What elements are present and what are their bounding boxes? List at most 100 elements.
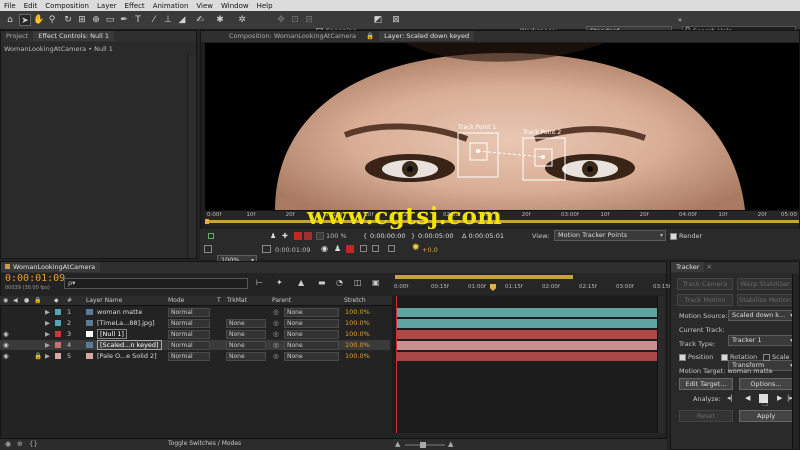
tracker-scrollbar[interactable] xyxy=(792,274,799,449)
pick-whip-icon[interactable]: ◎ xyxy=(273,329,279,339)
render-checkbox[interactable] xyxy=(670,232,677,240)
layer-name[interactable]: [TimeLa...88].jpg] xyxy=(97,318,155,328)
draft-3d-icon[interactable]: ✦ xyxy=(276,278,283,287)
left-panel-scrollbar[interactable] xyxy=(187,54,196,257)
timeline-search-input[interactable]: ρ▾ xyxy=(64,278,248,289)
layer-label-color[interactable] xyxy=(55,320,61,326)
position-toggle[interactable]: Position xyxy=(679,353,713,361)
timeline-work-area[interactable] xyxy=(395,275,573,279)
layer-label-color[interactable] xyxy=(55,353,61,359)
column-mode[interactable]: Mode xyxy=(168,297,184,304)
layer-bar-5[interactable] xyxy=(396,352,657,361)
parent-dropdown[interactable]: None xyxy=(284,330,339,339)
eye-icon[interactable]: ◉ xyxy=(3,340,9,350)
analyze-backward-icon[interactable]: ◀ xyxy=(745,394,750,402)
eye-icon[interactable]: ◉ xyxy=(3,329,9,339)
track-camera-button[interactable]: Track Camera xyxy=(677,278,733,290)
tab-effect-controls[interactable]: Effect Controls: Null 1 xyxy=(33,31,114,41)
always-preview-icon[interactable] xyxy=(208,233,214,239)
apply-button[interactable]: Apply xyxy=(739,410,793,422)
menu-help[interactable]: Help xyxy=(253,2,277,10)
green-channel-icon[interactable] xyxy=(304,232,312,240)
stretch-value[interactable]: 100.0% xyxy=(345,318,370,328)
chart-icon[interactable]: ▣ xyxy=(372,278,380,287)
menu-animation[interactable]: Animation xyxy=(149,2,193,10)
layer-row-1[interactable]: ▶ 1 woman matte Normal ◎ None 100.0% xyxy=(0,307,390,317)
trkmat-dropdown[interactable]: None xyxy=(226,352,266,361)
stabilize-motion-button[interactable]: Stabilize Motion xyxy=(737,294,793,306)
trkmat-dropdown[interactable]: None xyxy=(226,319,266,328)
render-toggle[interactable]: Render xyxy=(670,232,702,240)
analyze-back-frame-icon[interactable]: ◂| xyxy=(727,394,733,402)
toggle-switches-modes-button[interactable]: Toggle Switches / Modes xyxy=(168,440,241,447)
transfer-controls-icon[interactable]: ⊕ xyxy=(17,440,23,448)
edit-target-button[interactable]: Edit Target... xyxy=(679,378,733,390)
layer-name[interactable]: [Null 1] xyxy=(97,329,127,339)
layer-bar-4[interactable] xyxy=(396,341,657,350)
hand-tool-icon[interactable]: ✋ xyxy=(33,14,45,26)
mode-dropdown[interactable]: Normal xyxy=(168,341,210,350)
tab-tracker[interactable]: Tracker xyxy=(671,262,705,272)
tab-layer[interactable]: Layer: Scaled down keyed xyxy=(379,31,475,41)
roto-brush-tool-icon[interactable]: ✍ xyxy=(194,14,206,26)
column-t[interactable]: T xyxy=(217,297,221,304)
parent-dropdown[interactable]: None xyxy=(284,341,339,350)
position-checkbox[interactable] xyxy=(679,353,686,361)
region-icon[interactable] xyxy=(360,245,367,252)
expand-arrow-icon[interactable]: ▶ xyxy=(45,318,50,328)
show-channel-icon[interactable] xyxy=(346,245,354,253)
layer-switches-icon[interactable]: ◉ xyxy=(5,440,11,448)
motion-blur-icon[interactable]: ◔ xyxy=(336,278,343,287)
parent-dropdown[interactable]: None xyxy=(284,319,339,328)
layer-label-color[interactable] xyxy=(55,342,61,348)
layer-row-3[interactable]: ◉ ▶ 3 [Null 1] Normal None ◎ None 100.0% xyxy=(0,329,390,339)
figure-icon[interactable]: ✚ xyxy=(282,232,288,240)
column-stretch[interactable]: Stretch xyxy=(344,297,366,304)
stretch-value[interactable]: 100.0% xyxy=(345,307,370,317)
camera-tool-icon[interactable]: ⊞ xyxy=(76,14,88,26)
mode-dropdown[interactable]: Normal xyxy=(168,319,210,328)
zoom-in-icon[interactable]: ▲ xyxy=(448,440,453,448)
lock-icon[interactable]: 🔒 xyxy=(34,351,42,361)
pen-tool-icon[interactable]: ✒ xyxy=(118,14,130,26)
pick-whip-icon[interactable]: ◎ xyxy=(273,351,279,361)
grid-icon[interactable] xyxy=(204,245,212,253)
menu-file[interactable]: File xyxy=(0,2,20,10)
lock-icon[interactable]: 🔒 xyxy=(361,31,379,41)
home-icon[interactable]: ⌂ xyxy=(4,14,16,26)
exposure-icon[interactable]: ✺ xyxy=(412,243,420,253)
pan-behind-tool-icon[interactable]: ⊕ xyxy=(90,14,102,26)
stretch-value[interactable]: 100.0% xyxy=(345,351,370,361)
menu-layer[interactable]: Layer xyxy=(93,2,121,10)
selection-tool-icon[interactable]: ➤ xyxy=(19,14,31,26)
shy-layers-icon[interactable]: ▲ xyxy=(298,278,304,287)
pick-whip-icon[interactable]: ◎ xyxy=(273,340,279,350)
in-point-marker[interactable] xyxy=(205,219,209,224)
layer-name[interactable]: woman matte xyxy=(97,307,142,317)
mode-dropdown[interactable]: Normal xyxy=(168,352,210,361)
mask-view-icon[interactable] xyxy=(388,245,395,252)
puppet-pin-icon[interactable]: ✲ xyxy=(236,14,248,26)
in-out-icon[interactable]: {} xyxy=(29,440,38,448)
safe-zones-icon[interactable] xyxy=(262,245,271,253)
expand-arrow-icon[interactable]: ▶ xyxy=(45,351,50,361)
comp-mini-flowchart-icon[interactable]: ⊢ xyxy=(256,278,266,288)
type-tool-icon[interactable]: T xyxy=(132,14,144,26)
eraser-tool-icon[interactable]: ◢ xyxy=(176,14,188,26)
column-layer-name[interactable]: Layer Name xyxy=(86,297,122,304)
reset-button[interactable]: Reset xyxy=(679,410,733,422)
in-time[interactable]: 0:00:00:00 xyxy=(370,232,406,240)
layer-row-2[interactable]: ▶ 2 [TimeLa...88].jpg] Normal None ◎ Non… xyxy=(0,318,390,328)
column-trkmat[interactable]: TrkMat xyxy=(227,297,247,304)
set-out-icon[interactable]: } xyxy=(411,232,415,240)
mode-dropdown[interactable]: Normal xyxy=(168,330,210,339)
analyze-forward-icon[interactable]: ▶ xyxy=(777,394,782,402)
motion-source-dropdown[interactable]: Scaled down k... xyxy=(728,310,796,321)
red-channel-icon[interactable] xyxy=(294,232,302,240)
parent-dropdown[interactable]: None xyxy=(284,308,339,317)
layer-name[interactable]: [Scaled...n keyed] xyxy=(97,340,162,350)
trkmat-dropdown[interactable]: None xyxy=(226,341,266,350)
brush-tool-icon[interactable]: ⁄ xyxy=(148,14,160,26)
mode-dropdown[interactable]: Normal xyxy=(168,308,210,317)
snap-features-icon[interactable]: ⊠ xyxy=(390,14,402,26)
